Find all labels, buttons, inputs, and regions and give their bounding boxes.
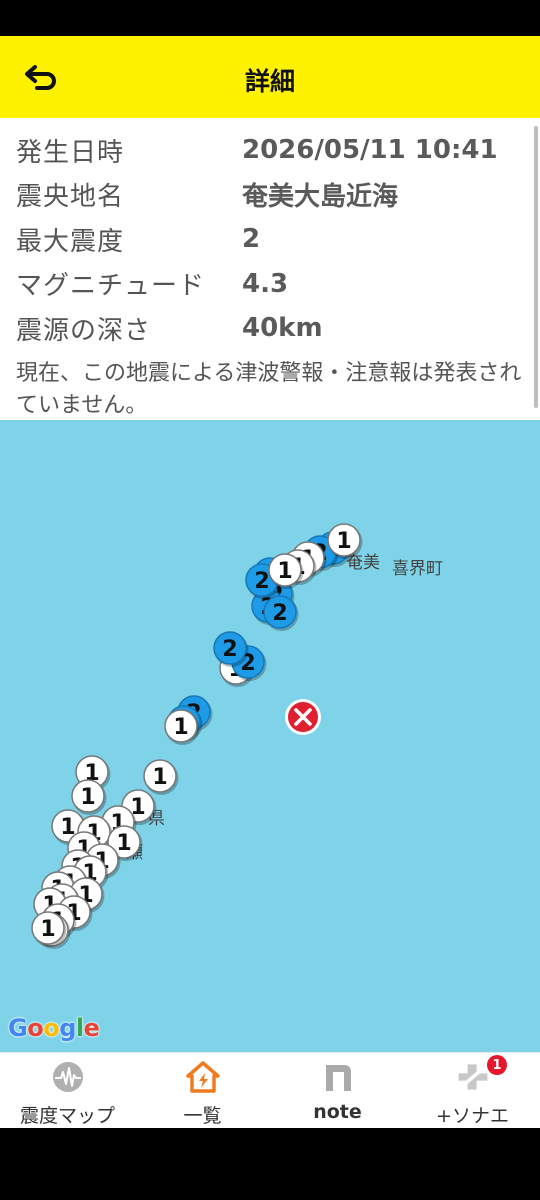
intensity-marker[interactable]: 1	[143, 759, 179, 795]
app-screen: { "header": { "title": "詳細" }, "details"…	[0, 0, 540, 1200]
intensity-value: 2	[254, 569, 269, 594]
intensity-marker[interactable]: 2	[213, 631, 249, 667]
intensity-value: 1	[40, 917, 55, 942]
detail-label: 震央地名	[16, 182, 125, 213]
detail-label: 最大震度	[16, 226, 125, 257]
detail-value: 2026/05/11 10:41	[242, 135, 498, 166]
detail-row-magnitude: マグニチュード 4.3	[16, 262, 516, 307]
intensity-value: 2	[272, 601, 287, 626]
detail-row-epicenter: 震央地名 奄美大島近海	[16, 173, 516, 218]
notification-badge: 1	[487, 1055, 507, 1075]
detail-value: 2	[242, 224, 261, 255]
detail-value: 4.3	[242, 268, 289, 299]
page-title: 詳細	[244, 67, 295, 96]
quake-detail-panel: 発生日時 2026/05/11 10:41 震央地名 奄美大島近海 最大震度 2…	[0, 118, 540, 422]
nav-label: note	[313, 1101, 362, 1123]
intensity-map[interactable]: 奄美 喜界町 県 瀬 朝 122222222221111121111111111…	[0, 420, 540, 1052]
status-bar	[0, 0, 540, 36]
note-icon	[320, 1059, 356, 1095]
detail-value: 奄美大島近海	[242, 182, 399, 213]
home-bolt-icon	[185, 1059, 221, 1095]
system-nav-area	[0, 1128, 540, 1200]
scrollbar[interactable]	[534, 126, 538, 408]
intensity-value: 1	[80, 785, 95, 810]
detail-label: 震源の深さ	[16, 315, 152, 346]
detail-row-max-intensity: 最大震度 2	[16, 217, 516, 262]
detail-row-depth: 震源の深さ 40km	[16, 306, 516, 351]
nav-label: +ソナエ	[436, 1105, 509, 1127]
seismograph-icon	[50, 1059, 86, 1095]
detail-label: マグニチュード	[16, 271, 206, 302]
app-header: 詳細	[0, 36, 540, 118]
detail-rows: 発生日時 2026/05/11 10:41 震央地名 奄美大島近海 最大震度 2…	[16, 128, 516, 351]
intensity-value: 1	[336, 529, 351, 554]
plus-sonae-icon	[455, 1059, 491, 1095]
nav-item-list[interactable]: 一覧	[135, 1053, 270, 1129]
map-canvas[interactable]: 奄美 喜界町 県 瀬 朝 122222222221111121111111111…	[0, 420, 540, 1052]
intensity-value: 1	[173, 715, 188, 740]
nav-label: 震度マップ	[19, 1105, 115, 1127]
intensity-value: 2	[222, 637, 237, 662]
place-label: 喜界町	[392, 559, 443, 579]
nav-item-note[interactable]: note	[270, 1053, 405, 1129]
bottom-nav: 震度マップ 一覧 note 1 +ソナエ	[0, 1052, 540, 1128]
intensity-markers: 12222222222111112111111111111111111111	[31, 523, 363, 949]
intensity-value: 1	[152, 765, 167, 790]
nav-item-sonae[interactable]: 1 +ソナエ	[405, 1053, 540, 1129]
tsunami-notice: 現在、この地震による津波警報・注意報は発表されていません。	[16, 361, 522, 418]
epicenter-marker[interactable]	[285, 699, 321, 735]
intensity-value: 1	[277, 559, 292, 584]
nav-item-shindo-map[interactable]: 震度マップ	[0, 1053, 135, 1129]
intensity-value: 1	[116, 831, 131, 856]
google-logo: Google	[8, 1014, 100, 1042]
detail-row-time: 発生日時 2026/05/11 10:41	[16, 128, 516, 173]
detail-label: 発生日時	[16, 137, 125, 168]
detail-value: 40km	[242, 313, 323, 344]
nav-label: 一覧	[183, 1105, 222, 1127]
